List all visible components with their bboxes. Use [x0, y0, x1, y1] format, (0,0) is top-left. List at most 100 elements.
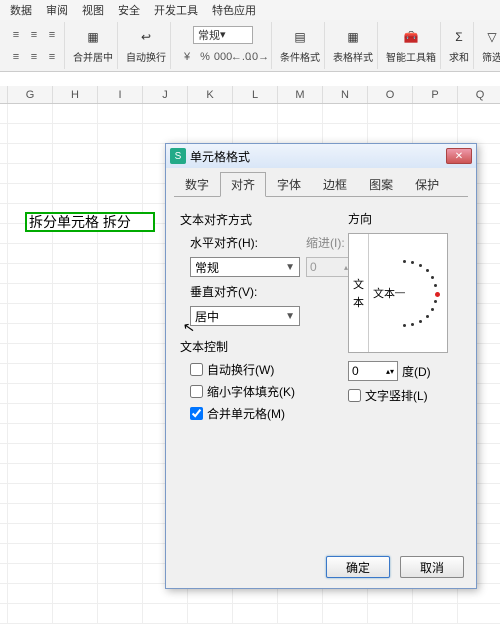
grid-cell[interactable] — [0, 164, 8, 183]
grid-cell[interactable] — [98, 464, 143, 483]
grid-cell[interactable] — [0, 564, 8, 583]
orient-dot[interactable] — [403, 324, 406, 327]
orient-dot-active[interactable] — [435, 292, 440, 297]
grid-cell[interactable] — [98, 384, 143, 403]
grid-cell[interactable] — [0, 344, 8, 363]
menu-item[interactable]: 审阅 — [46, 2, 68, 18]
tab-border[interactable]: 边框 — [312, 172, 358, 197]
grid-cell[interactable] — [0, 444, 8, 463]
grid-cell[interactable] — [143, 124, 188, 143]
grid-cell[interactable] — [98, 144, 143, 163]
grid-cell[interactable] — [0, 144, 8, 163]
grid-cell[interactable] — [8, 144, 53, 163]
grid-cell[interactable] — [368, 124, 413, 143]
grid-cell[interactable] — [0, 244, 8, 263]
grid-cell[interactable] — [98, 524, 143, 543]
col-header[interactable]: L — [233, 86, 278, 103]
grid-cell[interactable] — [53, 264, 98, 283]
grid-cell[interactable] — [8, 124, 53, 143]
wrap-group[interactable]: ↩ 自动换行 — [122, 22, 171, 69]
grid-cell[interactable] — [53, 464, 98, 483]
orient-dot[interactable] — [411, 261, 414, 264]
grid-cell[interactable] — [413, 604, 458, 623]
tablestyle-group[interactable]: ▦ 表格样式 — [329, 22, 378, 69]
menu-item[interactable]: 安全 — [118, 2, 140, 18]
comma-icon[interactable]: 000 — [215, 49, 231, 65]
orient-dot[interactable] — [431, 276, 434, 279]
orient-dot[interactable] — [419, 320, 422, 323]
orientation-dial[interactable]: 文本 — — [369, 234, 447, 352]
grid-cell[interactable] — [368, 604, 413, 623]
col-header[interactable]: O — [368, 86, 413, 103]
grid-cell[interactable] — [98, 544, 143, 563]
menu-item[interactable]: 开发工具 — [154, 2, 198, 18]
grid-cell[interactable] — [53, 604, 98, 623]
ok-button[interactable]: 确定 — [326, 556, 390, 578]
toolbox-group[interactable]: 🧰 智能工具箱 — [382, 22, 441, 69]
orient-dot[interactable] — [434, 300, 437, 303]
grid-cell[interactable] — [53, 304, 98, 323]
grid-cell[interactable] — [98, 364, 143, 383]
grid-cell[interactable] — [8, 104, 53, 123]
grid-cell[interactable] — [143, 604, 188, 623]
grid-cell[interactable] — [8, 484, 53, 503]
grid-cell[interactable] — [8, 564, 53, 583]
grid-cell[interactable] — [98, 284, 143, 303]
grid-cell[interactable] — [323, 104, 368, 123]
orient-dot[interactable] — [411, 323, 414, 326]
grid-cell[interactable] — [53, 384, 98, 403]
grid-cell[interactable] — [53, 564, 98, 583]
grid-cell[interactable] — [98, 484, 143, 503]
grid-cell[interactable] — [53, 524, 98, 543]
grid-cell[interactable] — [233, 604, 278, 623]
grid-cell[interactable] — [278, 104, 323, 123]
grid-cell[interactable] — [458, 124, 500, 143]
tab-protect[interactable]: 保护 — [404, 172, 450, 197]
grid-cell[interactable] — [53, 504, 98, 523]
grid-cell[interactable] — [53, 144, 98, 163]
grid-cell[interactable] — [8, 284, 53, 303]
grid-cell[interactable] — [0, 364, 8, 383]
grid-cell[interactable] — [233, 104, 278, 123]
grid-cell[interactable] — [188, 604, 233, 623]
menu-item[interactable]: 视图 — [82, 2, 104, 18]
grid-cell[interactable] — [53, 284, 98, 303]
grid-row[interactable] — [0, 124, 500, 144]
grid-cell[interactable] — [8, 584, 53, 603]
col-header[interactable]: M — [278, 86, 323, 103]
merge-group[interactable]: ▦ 合并居中 — [69, 22, 118, 69]
filter-group[interactable]: ▽ 筛选 — [478, 22, 500, 69]
grid-cell[interactable] — [0, 464, 8, 483]
grid-cell[interactable] — [53, 404, 98, 423]
grid-cell[interactable] — [98, 264, 143, 283]
align-top-icon[interactable]: ≡ — [26, 27, 42, 43]
grid-cell[interactable] — [53, 544, 98, 563]
merge-checkbox-input[interactable] — [190, 407, 203, 420]
grid-cell[interactable] — [188, 104, 233, 123]
menu-item[interactable]: 数据 — [10, 2, 32, 18]
sum-group[interactable]: Σ 求和 — [445, 22, 474, 69]
grid-cell[interactable] — [8, 384, 53, 403]
grid-cell[interactable] — [98, 584, 143, 603]
valign-combo[interactable]: 居中▼ — [190, 306, 300, 326]
grid-cell[interactable] — [0, 264, 8, 283]
grid-cell[interactable] — [0, 124, 8, 143]
grid-cell[interactable] — [53, 164, 98, 183]
dec-dec-icon[interactable]: .0→ — [251, 49, 267, 65]
grid-cell[interactable] — [8, 264, 53, 283]
grid-cell[interactable] — [458, 604, 500, 623]
grid-cell[interactable] — [53, 444, 98, 463]
grid-cell[interactable] — [98, 164, 143, 183]
col-header[interactable]: J — [143, 86, 188, 103]
grid-cell[interactable] — [53, 484, 98, 503]
tab-font[interactable]: 字体 — [266, 172, 312, 197]
align-btm-icon[interactable]: ≡ — [8, 49, 24, 65]
numfmt-select[interactable]: 常规▾ — [193, 26, 253, 44]
currency-icon[interactable]: ¥ — [179, 49, 195, 65]
vtext-checkbox-input[interactable] — [348, 389, 361, 402]
grid-cell[interactable] — [368, 104, 413, 123]
grid-cell[interactable] — [458, 104, 500, 123]
grid-cell[interactable] — [0, 184, 8, 203]
grid-cell[interactable] — [8, 524, 53, 543]
col-header[interactable]: Q — [458, 86, 500, 103]
